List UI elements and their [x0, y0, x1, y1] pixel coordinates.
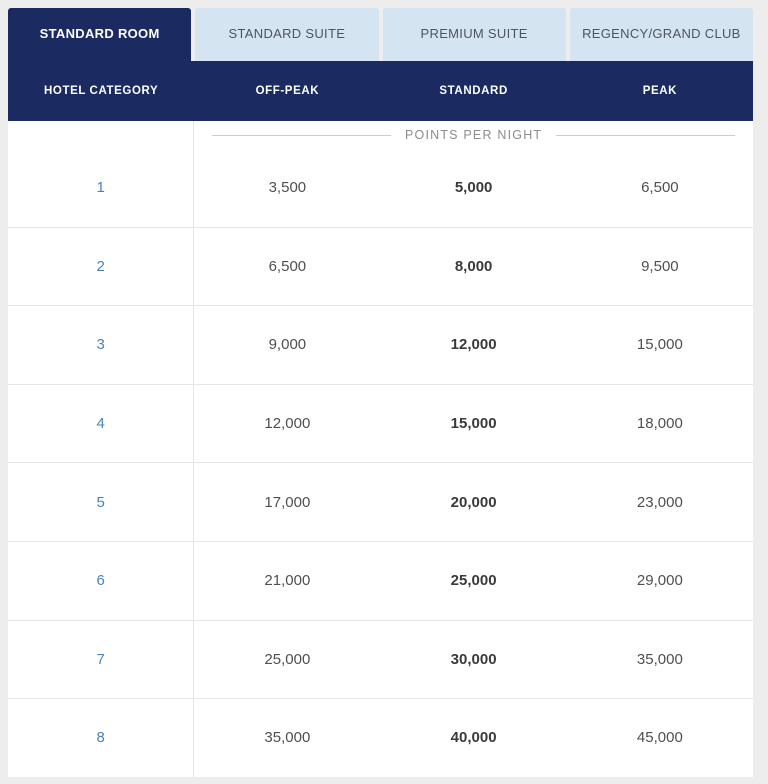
- category-link[interactable]: 1: [96, 179, 104, 196]
- category-link[interactable]: 8: [96, 729, 104, 746]
- category-link[interactable]: 5: [96, 494, 104, 511]
- table-row-category-8: 8 35,000 40,000 45,000: [8, 699, 753, 777]
- peak-value: 45,000: [636, 729, 683, 747]
- table-row-category-4: 4 12,000 15,000 18,000: [8, 384, 753, 464]
- off-peak-value: 6,500: [268, 257, 307, 275]
- peak-value: 9,500: [641, 257, 679, 275]
- peak-value: 23,000: [636, 493, 683, 511]
- category-cell: 5: [8, 463, 195, 541]
- table-row-category-1: 1 3,500 5,000 6,500: [8, 149, 753, 228]
- category-link[interactable]: 6: [96, 572, 104, 589]
- tab-regency-grand-club[interactable]: REGENCY/GRAND CLUB: [569, 8, 753, 61]
- points-per-night-divider: POINTS PER NIGHT: [194, 121, 753, 149]
- standard-value: 8,000: [454, 257, 493, 275]
- tab-standard-suite[interactable]: STANDARD SUITE: [195, 8, 379, 61]
- table-row-category-5: 5 17,000 20,000 23,000: [8, 463, 753, 542]
- standard-value: 25,000: [450, 572, 497, 590]
- off-peak-value: 21,000: [264, 572, 311, 590]
- divider-line-right: [556, 134, 735, 136]
- off-peak-value: 3,500: [268, 179, 307, 197]
- column-header-hotel-category: HOTEL CATEGORY: [44, 85, 159, 97]
- peak-value: 6,500: [641, 179, 679, 197]
- points-per-night-spacer: [8, 121, 195, 149]
- column-header-peak: PEAK: [642, 85, 678, 97]
- off-peak-value: 12,000: [264, 415, 311, 433]
- tab-premium-suite[interactable]: PREMIUM SUITE: [382, 8, 566, 61]
- category-cell: 8: [8, 699, 195, 777]
- standard-value: 40,000: [450, 729, 497, 747]
- table-row-category-3: 3 9,000 12,000 15,000: [8, 306, 753, 385]
- table-row-category-2: 2 6,500 8,000 9,500: [8, 227, 753, 307]
- off-peak-value: 17,000: [264, 493, 311, 511]
- category-cell: 4: [8, 384, 195, 463]
- category-link[interactable]: 4: [96, 415, 104, 432]
- room-type-tabs: STANDARD ROOM STANDARD SUITE PREMIUM SUI…: [8, 8, 753, 61]
- category-link[interactable]: 7: [96, 651, 104, 668]
- category-cell: 3: [8, 306, 195, 384]
- category-link[interactable]: 2: [96, 258, 104, 275]
- column-header-off-peak: OFF-PEAK: [255, 85, 320, 97]
- table-row-category-6: 6 21,000 25,000 29,000: [8, 541, 753, 621]
- off-peak-value: 9,000: [268, 336, 307, 354]
- peak-value: 15,000: [636, 336, 683, 354]
- tab-standard-room[interactable]: STANDARD ROOM: [8, 8, 192, 61]
- peak-value: 29,000: [636, 572, 683, 590]
- table-row-category-7: 7 25,000 30,000 35,000: [8, 620, 753, 700]
- column-header-band: HOTEL CATEGORY OFF-PEAK STANDARD PEAK: [8, 61, 753, 121]
- peak-value: 35,000: [636, 650, 683, 668]
- off-peak-value: 35,000: [264, 729, 311, 747]
- category-link[interactable]: 3: [96, 336, 104, 353]
- standard-value: 20,000: [450, 493, 497, 511]
- points-table: POINTS PER NIGHT 1 3,500 5,000 6,500 2 6…: [8, 121, 753, 777]
- peak-value: 18,000: [636, 415, 683, 433]
- points-per-night-section: POINTS PER NIGHT: [8, 121, 753, 149]
- category-cell: 7: [8, 620, 195, 699]
- award-chart: STANDARD ROOM STANDARD SUITE PREMIUM SUI…: [8, 8, 753, 777]
- standard-value: 15,000: [450, 415, 497, 433]
- standard-value: 12,000: [450, 336, 497, 354]
- divider-line-left: [212, 134, 391, 136]
- category-cell: 1: [8, 149, 195, 227]
- standard-value: 30,000: [450, 650, 497, 668]
- category-cell: 6: [8, 541, 195, 620]
- column-header-standard: STANDARD: [439, 85, 508, 97]
- points-per-night-label: POINTS PER NIGHT: [404, 128, 543, 142]
- standard-value: 5,000: [454, 179, 493, 197]
- category-cell: 2: [8, 227, 195, 306]
- off-peak-value: 25,000: [264, 650, 311, 668]
